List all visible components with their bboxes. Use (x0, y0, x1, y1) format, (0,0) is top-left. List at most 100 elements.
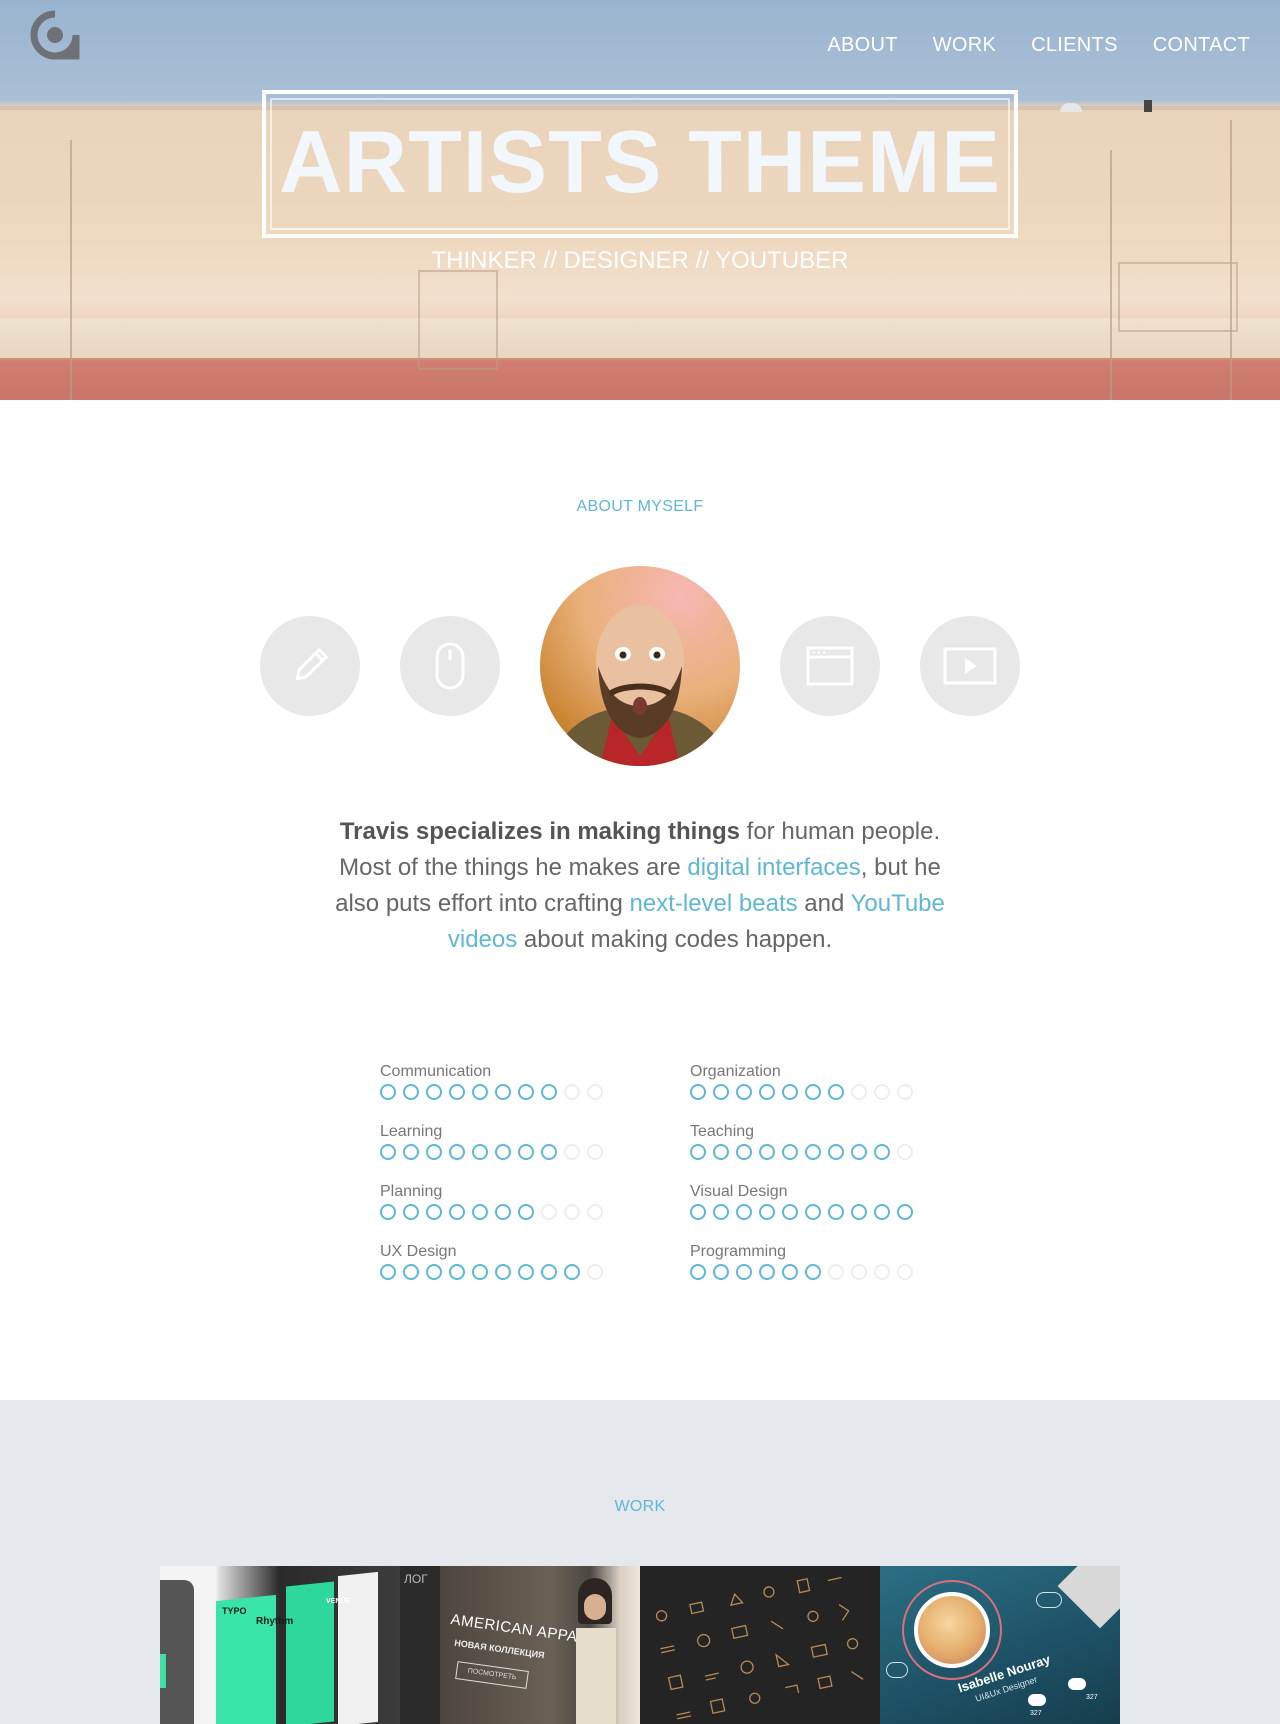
skill-name: Visual Design (690, 1183, 788, 1200)
rating-dot (713, 1084, 729, 1100)
rating-dot (403, 1144, 419, 1160)
rating-dot (874, 1144, 890, 1160)
skill-rating (380, 1264, 690, 1280)
pencil-circle[interactable] (260, 616, 360, 716)
skill-rating (690, 1084, 920, 1100)
rating-dot (541, 1144, 557, 1160)
rating-dot (495, 1264, 511, 1280)
skill-name: Programming (690, 1243, 787, 1260)
phone-edge (160, 1580, 194, 1724)
rating-dot (564, 1084, 580, 1100)
rating-dot (472, 1084, 488, 1100)
pencil-icon (295, 648, 328, 681)
avatar (540, 566, 740, 766)
skill-name: Communication (380, 1063, 492, 1080)
skill-rating (690, 1144, 920, 1160)
skill-name: Planning (380, 1183, 443, 1200)
rating-dot (782, 1204, 798, 1220)
skill-communication: Communication (380, 1062, 690, 1100)
rating-dot (495, 1144, 511, 1160)
rating-dot (449, 1204, 465, 1220)
rating-dot (403, 1264, 419, 1280)
nav-clients[interactable]: CLIENTS (1031, 34, 1118, 57)
skill-programming: Programming (690, 1242, 920, 1280)
rating-dot (828, 1204, 844, 1220)
rating-dot (449, 1084, 465, 1100)
bio-bold: Travis specializes in making things (339, 818, 740, 845)
hero-title: ARTISTS THEME (279, 112, 1001, 211)
rating-dot (736, 1264, 752, 1280)
skill-ux-design: UX Design (380, 1242, 690, 1280)
main-nav: ABOUT WORK CLIENTS CONTACT (827, 34, 1250, 57)
rating-dot (874, 1204, 890, 1220)
skill-organization: Organization (690, 1062, 920, 1100)
site-logo-icon[interactable] (30, 10, 80, 60)
rating-dot (380, 1144, 396, 1160)
rating-dot (713, 1144, 729, 1160)
rating-dot (403, 1084, 419, 1100)
browser-window-icon (806, 646, 854, 686)
share-arrow-icon (1036, 1592, 1062, 1608)
link-digital-interfaces[interactable]: digital interfaces (687, 854, 860, 881)
video-circle[interactable] (920, 616, 1020, 716)
rating-dot (518, 1264, 534, 1280)
outline-icons-grid (655, 1576, 864, 1720)
about-section-label: ABOUT MYSELF (576, 498, 704, 515)
link-next-level-beats[interactable]: next-level beats (630, 890, 798, 917)
skill-name: Learning (380, 1123, 443, 1140)
rating-dot (518, 1144, 534, 1160)
rating-dot (897, 1204, 913, 1220)
rating-dot (851, 1084, 867, 1100)
rating-dot (426, 1084, 442, 1100)
wall-crack (1110, 150, 1112, 400)
skill-teaching: Teaching (690, 1122, 920, 1160)
model-face (584, 1594, 606, 1620)
work-thumb-typo[interactable]: TYPO Rhythm VENUE (160, 1566, 400, 1724)
model-dress (576, 1628, 616, 1724)
skills-grid: Communication Organization Learning Teachin… (380, 1062, 920, 1280)
nav-about[interactable]: ABOUT (827, 34, 897, 57)
bio-text: Travis specializes in making things for … (335, 818, 945, 953)
skill-name: Organization (690, 1063, 781, 1080)
nav-work[interactable]: WORK (933, 34, 996, 57)
work-thumb-american-apparel[interactable]: ЛОГ AMERICAN APPAREL НОВАЯ КОЛЛЕКЦИЯ ПОС… (400, 1566, 640, 1724)
rating-dot (690, 1264, 706, 1280)
rating-dot (472, 1204, 488, 1220)
rating-dot (828, 1144, 844, 1160)
skill-learning: Learning (380, 1122, 690, 1160)
rating-dot (403, 1204, 419, 1220)
skill-visual-design: Visual Design (690, 1182, 920, 1220)
screen-panel (338, 1571, 378, 1724)
rating-dot (759, 1204, 775, 1220)
rating-dot (805, 1144, 821, 1160)
roof-pipe (1144, 100, 1152, 112)
rating-dot (828, 1264, 844, 1280)
rating-dot (380, 1204, 396, 1220)
work-thumb-profile-app[interactable]: Isabelle Nouray UI&Ux Designer 327 327 (880, 1566, 1120, 1724)
rating-dot (495, 1204, 511, 1220)
rating-dot (851, 1204, 867, 1220)
heart-icon (1068, 1678, 1086, 1690)
skill-rating (690, 1264, 920, 1280)
rating-dot (426, 1264, 442, 1280)
rating-dot (805, 1264, 821, 1280)
rating-dot (564, 1264, 580, 1280)
skill-planning: Planning (380, 1182, 690, 1220)
rating-dot (690, 1204, 706, 1220)
skill-rating (380, 1204, 690, 1220)
mouse-icon (435, 642, 465, 690)
camera-icon (1028, 1694, 1046, 1706)
rating-dot (782, 1084, 798, 1100)
mouse-circle[interactable] (400, 616, 500, 716)
rating-dot (518, 1204, 534, 1220)
rating-dot (564, 1204, 580, 1220)
rating-dot (472, 1144, 488, 1160)
rating-dot (897, 1084, 913, 1100)
rating-dot (380, 1084, 396, 1100)
rating-dot (897, 1144, 913, 1160)
nav-contact[interactable]: CONTACT (1153, 34, 1250, 57)
browser-circle[interactable] (780, 616, 880, 716)
rating-dot (564, 1144, 580, 1160)
work-thumb-icon-set[interactable] (640, 1566, 880, 1724)
rating-dot (587, 1144, 603, 1160)
